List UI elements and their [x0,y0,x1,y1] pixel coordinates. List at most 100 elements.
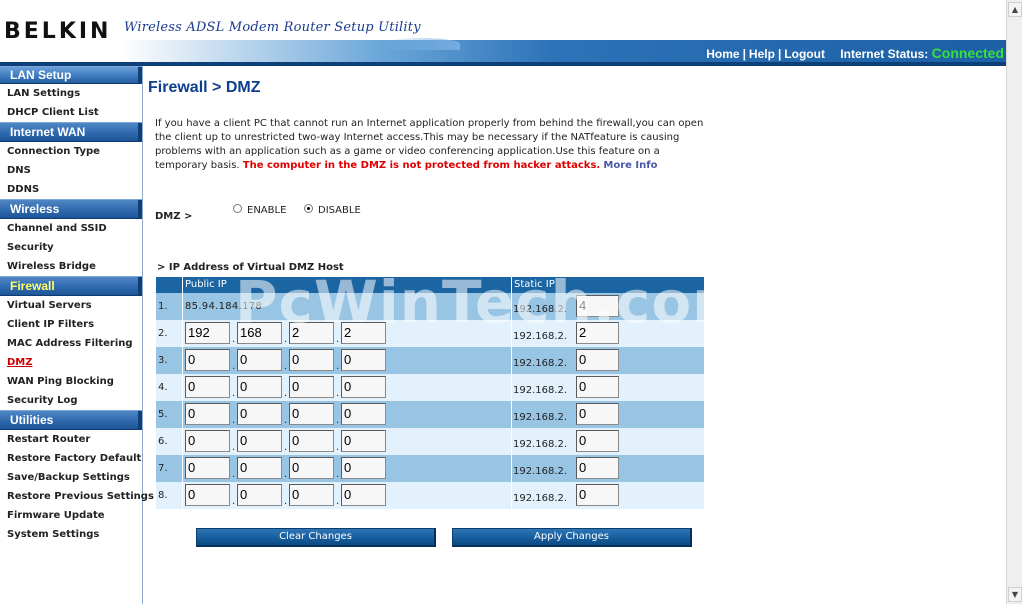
sidebar-item-restore-factory[interactable]: Restore Factory Default [0,449,142,468]
octet-separator: . [336,361,340,372]
octet-separator: . [232,496,236,507]
row-number: 5. [158,409,168,420]
sidebar-item-save-backup[interactable]: Save/Backup Settings [0,468,142,487]
public-ip-octet-2-input[interactable]: 0 [237,484,282,506]
public-ip-octet-3-input[interactable]: 0 [289,349,334,371]
sidebar-item-client-ip-filters[interactable]: Client IP Filters [0,315,142,334]
public-ip-octet-4-input[interactable]: 0 [341,403,386,425]
dmz-host-table: Public IP Static IP 1. 85.94.184.178 192.1… [156,277,704,509]
public-ip-octet-1-input[interactable]: 0 [185,376,230,398]
static-ip-prefix: 192.168.2. [513,304,568,315]
public-ip-octet-1-input[interactable]: 0 [185,457,230,479]
public-ip-octet-2-input[interactable]: 0 [237,430,282,452]
sidebar-item-lan-settings[interactable]: LAN Settings [0,84,142,103]
public-ip-octet-4-input[interactable]: 2 [341,322,386,344]
sidebar-item-dmz[interactable]: DMZ [0,353,142,372]
row-number: 4. [158,382,168,393]
column-divider [511,482,512,509]
public-ip-octet-4-input[interactable]: 0 [341,484,386,506]
public-ip-octet-1-input[interactable]: 0 [185,430,230,452]
public-ip-octet-3-input[interactable]: 2 [289,322,334,344]
sidebar-section-firewall[interactable]: Firewall [0,276,142,296]
vertical-scrollbar[interactable]: ▲ ▼ [1006,0,1022,604]
static-ip-input[interactable]: 2 [576,322,619,344]
octet-separator: . [336,442,340,453]
scroll-down-icon[interactable]: ▼ [1008,587,1022,602]
column-divider [511,428,512,455]
sidebar-item-dhcp-client-list[interactable]: DHCP Client List [0,103,142,122]
clear-changes-button[interactable]: Clear Changes [196,528,436,547]
static-ip-input[interactable]: 0 [576,349,619,371]
sidebar-item-restart-router[interactable]: Restart Router [0,430,142,449]
table-row: 2. 192. 168. 2. 2 192.168.2. 2 [156,320,704,347]
public-ip-octet-4-input[interactable]: 0 [341,349,386,371]
sidebar-section-lan-setup[interactable]: LAN Setup [0,66,142,84]
public-ip-octet-3-input[interactable]: 0 [289,403,334,425]
help-link[interactable]: Help [749,47,775,61]
radio-selected-icon [304,204,313,213]
sidebar-item-firmware-update[interactable]: Firmware Update [0,506,142,525]
octet-separator: . [336,469,340,480]
column-divider [182,277,183,293]
public-ip-octet-3-input[interactable]: 0 [289,484,334,506]
public-ip-octet-3-input[interactable]: 0 [289,430,334,452]
sidebar-item-wan-ping-blocking[interactable]: WAN Ping Blocking [0,372,142,391]
sidebar-item-system-settings[interactable]: System Settings [0,525,142,544]
column-divider [182,401,183,428]
sidebar-item-connection-type[interactable]: Connection Type [0,142,142,161]
static-ip-input[interactable]: 0 [576,376,619,398]
public-ip-octet-2-input[interactable]: 0 [237,403,282,425]
more-info-link[interactable]: More Info [603,160,657,171]
main-content: Firewall > DMZ If you have a client PC t… [148,66,1004,604]
sidebar-item-security[interactable]: Security [0,238,142,257]
public-ip-octet-1-input[interactable]: 0 [185,484,230,506]
octet-separator: . [336,496,340,507]
static-ip-prefix: 192.168.2. [513,385,568,396]
column-divider [511,347,512,374]
sidebar-section-internet-wan[interactable]: Internet WAN [0,122,142,142]
table-row: 1. 85.94.184.178 192.168.2. 4 [156,293,704,320]
static-ip-prefix: 192.168.2. [513,493,568,504]
logout-link[interactable]: Logout [784,47,825,61]
sidebar-section-utilities[interactable]: Utilities [0,410,142,430]
static-ip-input[interactable]: 4 [576,295,619,317]
public-ip-octet-1-input[interactable]: 192 [185,322,230,344]
column-divider [511,277,512,293]
static-ip-prefix: 192.168.2. [513,412,568,423]
static-ip-input[interactable]: 0 [576,484,619,506]
home-link[interactable]: Home [706,47,739,61]
public-ip-octet-4-input[interactable]: 0 [341,376,386,398]
dmz-enable-radio[interactable]: ENABLE [233,204,286,216]
col-static-ip: Static IP [514,279,555,290]
public-ip-octet-1-input[interactable]: 0 [185,349,230,371]
static-ip-input[interactable]: 0 [576,430,619,452]
octet-separator: . [284,388,288,399]
sidebar-item-virtual-servers[interactable]: Virtual Servers [0,296,142,315]
sidebar-item-ddns[interactable]: DDNS [0,180,142,199]
sidebar-item-wireless-bridge[interactable]: Wireless Bridge [0,257,142,276]
public-ip-octet-2-input[interactable]: 0 [237,457,282,479]
dmz-disable-radio[interactable]: DISABLE [304,204,361,216]
sidebar-item-mac-filtering[interactable]: MAC Address Filtering [0,334,142,353]
public-ip-octet-3-input[interactable]: 0 [289,457,334,479]
public-ip-octet-3-input[interactable]: 0 [289,376,334,398]
static-ip-input[interactable]: 0 [576,403,619,425]
apply-changes-button[interactable]: Apply Changes [452,528,692,547]
public-ip-octet-2-input[interactable]: 0 [237,349,282,371]
public-ip-octet-1-input[interactable]: 0 [185,403,230,425]
sidebar-item-channel-ssid[interactable]: Channel and SSID [0,219,142,238]
public-ip-octet-2-input[interactable]: 0 [237,376,282,398]
public-ip-octet-4-input[interactable]: 0 [341,430,386,452]
octet-separator: . [232,361,236,372]
static-ip-prefix: 192.168.2. [513,358,568,369]
public-ip-octet-2-input[interactable]: 168 [237,322,282,344]
sidebar-section-wireless[interactable]: Wireless [0,199,142,219]
row-number: 2. [158,328,168,339]
static-ip-input[interactable]: 0 [576,457,619,479]
sidebar-item-restore-previous[interactable]: Restore Previous Settings [0,487,154,506]
public-ip-octet-4-input[interactable]: 0 [341,457,386,479]
scroll-up-icon[interactable]: ▲ [1008,2,1022,17]
sidebar-item-security-log[interactable]: Security Log [0,391,142,410]
row-number: 6. [158,436,168,447]
sidebar-item-dns[interactable]: DNS [0,161,142,180]
